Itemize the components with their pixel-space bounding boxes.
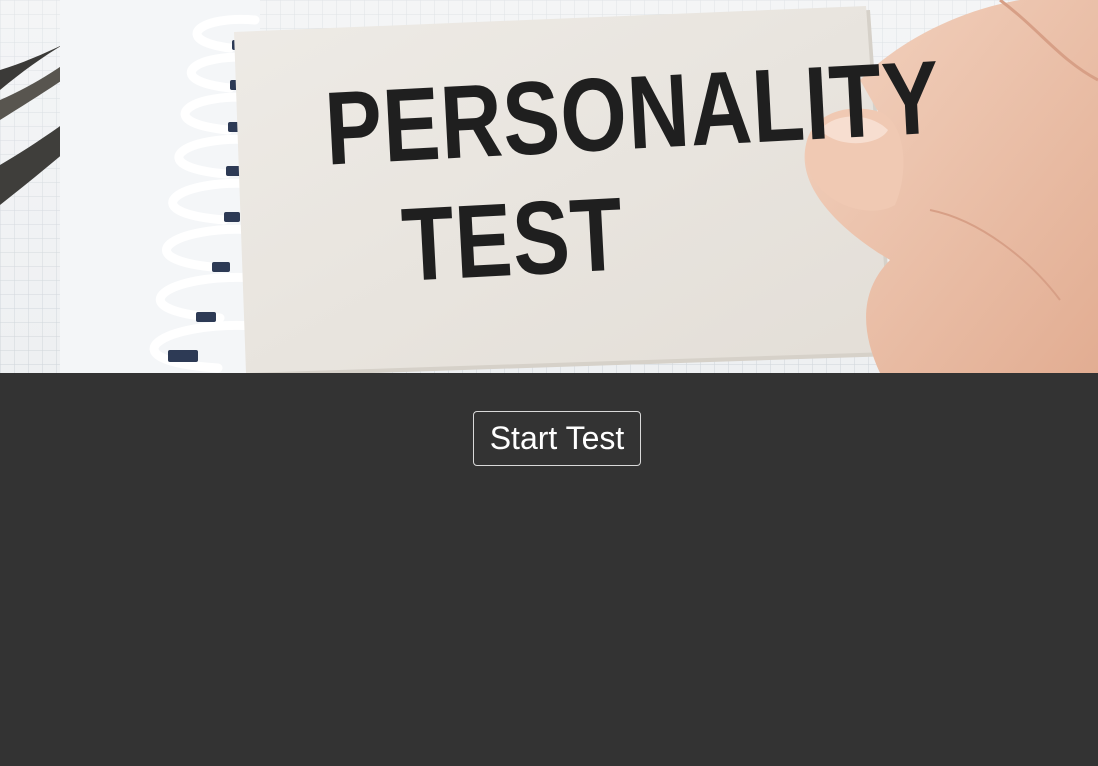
action-area: Start Test	[0, 373, 1098, 766]
start-test-button[interactable]: Start Test	[473, 411, 641, 466]
page: PERSONALITY TEST Start Test	[0, 0, 1098, 766]
card-title-line-2-text: TEST	[399, 176, 627, 304]
card-text: PERSONALITY TEST	[274, 39, 943, 332]
hero-image: PERSONALITY TEST	[0, 0, 1098, 373]
card-title-line-1-text: PERSONALITY	[322, 39, 943, 188]
notebook-spiral	[60, 0, 260, 373]
